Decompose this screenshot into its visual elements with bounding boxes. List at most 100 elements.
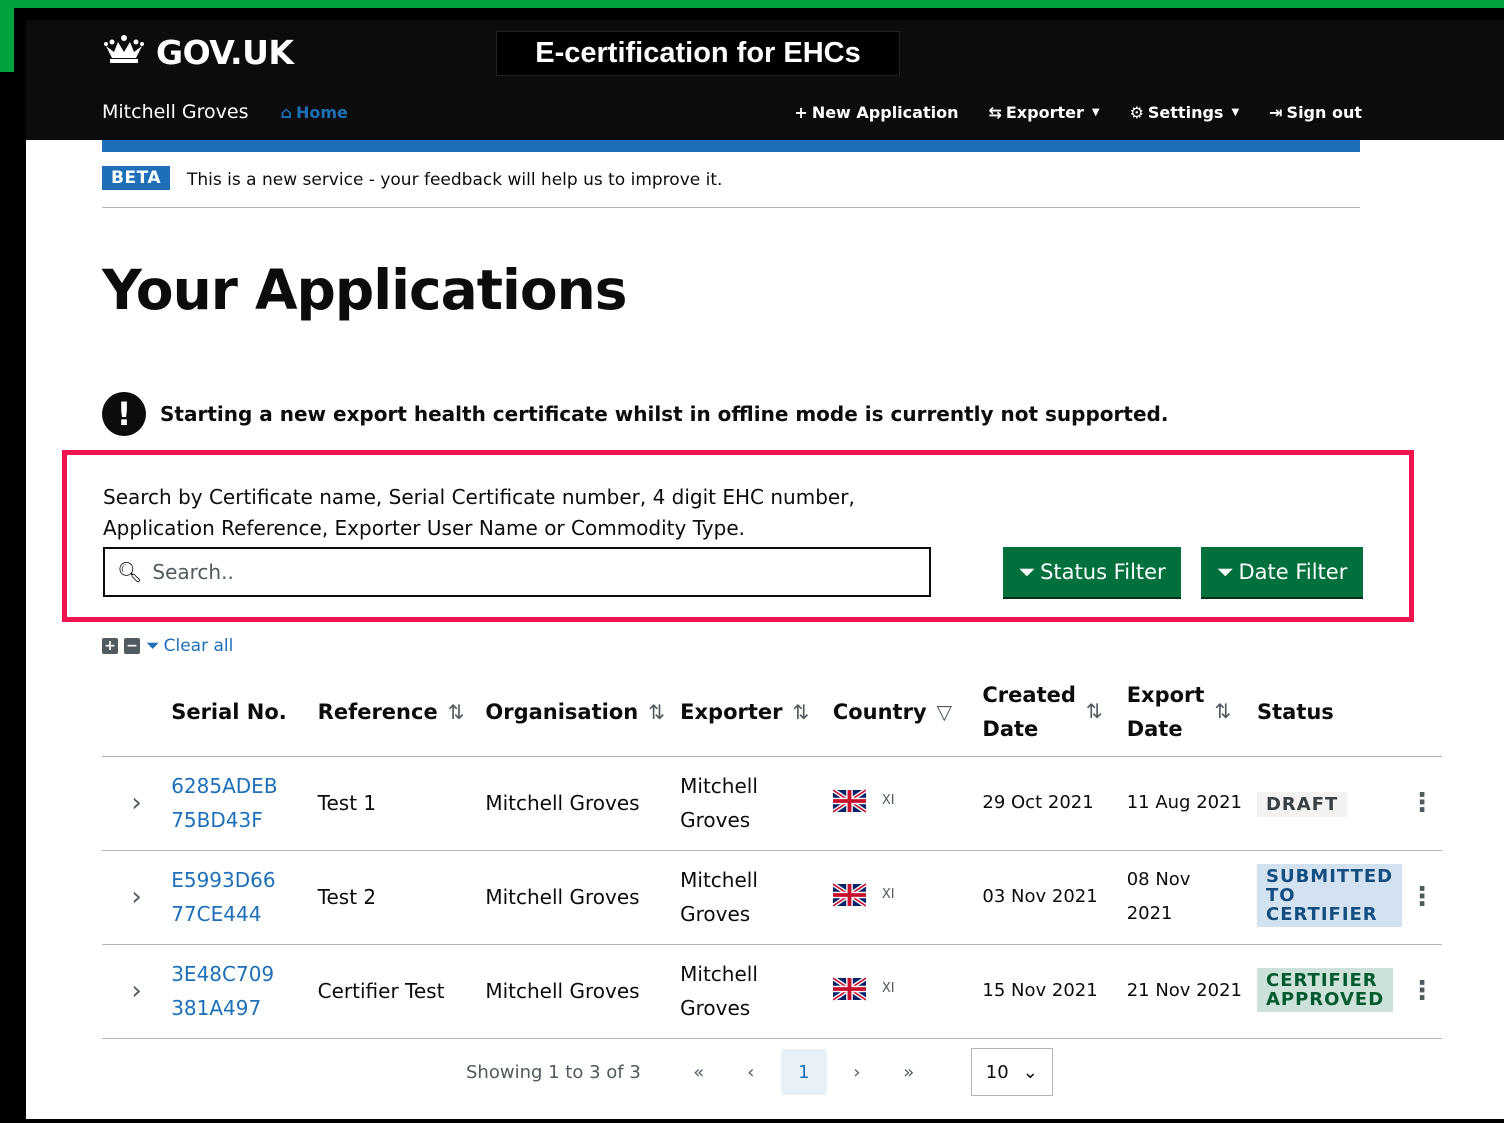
first-page-icon[interactable]: « <box>673 1062 725 1083</box>
table-row: › E5993D66 77CE444 Test 2 Mitchell Groves… <box>102 850 1442 945</box>
page-title: Your Applications <box>102 258 628 322</box>
expand-row-icon[interactable]: › <box>102 850 172 945</box>
service-title: E-certification for EHCs <box>496 31 900 76</box>
date-filter-label: Date Filter <box>1238 560 1348 584</box>
status-cell: CERTIFIER APPROVED <box>1256 944 1403 1039</box>
country-cell: XI <box>832 756 983 851</box>
last-page-icon[interactable]: » <box>883 1062 935 1083</box>
date-filter-button[interactable]: ⏷ Date Filter <box>1201 547 1363 597</box>
main-content: BETA This is a new service - your feedba… <box>26 140 1504 1119</box>
reference-header-label: Reference <box>317 699 438 724</box>
expand-row-icon[interactable]: › <box>102 944 172 1039</box>
export-date-cell: 11 Aug 2021 <box>1126 756 1257 851</box>
current-page-button[interactable]: 1 <box>780 1049 827 1095</box>
pagination-info: Showing 1 to 3 of 3 <box>466 1061 641 1083</box>
home-icon: ⌂ <box>280 102 292 122</box>
sign-out-link[interactable]: ⇥ Sign out <box>1269 103 1362 122</box>
expand-row-icon[interactable]: › <box>102 756 172 851</box>
table-row: › 6285ADEB 75BD43F Test 1 Mitchell Groves… <box>102 756 1442 851</box>
reference-cell: Certifier Test <box>317 944 486 1039</box>
govuk-logo[interactable]: GOV.UK <box>102 32 294 72</box>
sort-icon[interactable]: ⇅ <box>1214 699 1231 723</box>
export-date-cell: 21 Nov 2021 <box>1126 944 1257 1039</box>
organisation-header[interactable]: Organisation ⇅ <box>485 668 681 757</box>
actions-column-header <box>1402 668 1442 757</box>
warning-text-block: ! Starting a new export health certifica… <box>102 392 1168 436</box>
search-field[interactable]: 🔍︎ <box>103 547 931 597</box>
serial-cell: 3E48C709 381A497 <box>171 944 318 1039</box>
sort-icon[interactable]: ⇅ <box>448 700 465 724</box>
created-date-header[interactable]: Created Date ⇅ <box>982 668 1127 757</box>
table-row: › 3E48C709 381A497 Certifier Test Mitchel… <box>102 944 1442 1039</box>
filter-icon[interactable]: ▽ <box>937 700 952 724</box>
exporter-header[interactable]: Exporter ⇅ <box>680 668 833 757</box>
organisation-cell: Mitchell Groves <box>485 944 681 1039</box>
next-page-icon[interactable]: › <box>831 1062 883 1083</box>
status-badge: DRAFT <box>1256 792 1348 817</box>
status-badge: SUBMITTED TO CERTIFIER <box>1256 864 1403 927</box>
serial-cell: E5993D66 77CE444 <box>171 850 318 945</box>
status-filter-label: Status Filter <box>1040 560 1166 584</box>
status-filter-button[interactable]: ⏷ Status Filter <box>1003 547 1181 597</box>
clear-all-label: Clear all <box>163 636 234 656</box>
new-application-link[interactable]: + New Application <box>794 103 958 122</box>
header-underline <box>102 140 1360 152</box>
clear-all-link[interactable]: ⏷ Clear all <box>146 636 233 656</box>
serial-link[interactable]: 6285ADEB 75BD43F <box>171 774 277 832</box>
reference-cell: Test 1 <box>317 756 486 851</box>
caret-down-icon: ▼ <box>1091 106 1100 118</box>
organisation-header-label: Organisation <box>485 699 639 724</box>
chevron-down-icon: ⌄ <box>1022 1061 1038 1083</box>
serial-link[interactable]: E5993D66 77CE444 <box>171 868 275 926</box>
created-date-cell: 29 Oct 2021 <box>982 756 1127 851</box>
organisation-cell: Mitchell Groves <box>485 850 681 945</box>
reference-header[interactable]: Reference ⇅ <box>317 668 486 757</box>
phase-banner: BETA This is a new service - your feedba… <box>102 166 1360 208</box>
page-size-select[interactable]: 10 ⌄ <box>970 1048 1053 1096</box>
search-input[interactable] <box>152 560 913 584</box>
status-badge: CERTIFIER APPROVED <box>1256 967 1394 1012</box>
country-code: XI <box>881 792 895 808</box>
settings-label: Settings <box>1147 102 1224 122</box>
exporter-menu[interactable]: ⇆ Exporter ▼ <box>988 103 1099 122</box>
pagination: Showing 1 to 3 of 3 « ‹ 1 › » 10 ⌄ <box>466 1048 1053 1096</box>
row-actions-icon[interactable]: ⋮ <box>1402 850 1442 945</box>
home-link[interactable]: ⌂ Home <box>280 103 347 122</box>
filter-icon: ⏷ <box>1018 559 1036 584</box>
exporter-line2: Groves <box>680 902 751 926</box>
collapse-all-icon[interactable]: − <box>124 638 140 654</box>
country-code: XI <box>881 886 895 902</box>
logo-text: GOV.UK <box>156 32 294 72</box>
beta-tag: BETA <box>102 166 171 190</box>
applications-table: Serial No. Reference ⇅ Organisation ⇅ Expo… <box>102 668 1442 1039</box>
serial-cell: 6285ADEB 75BD43F <box>171 756 318 851</box>
status-line1: CERTIFIER <box>1265 969 1378 991</box>
swap-icon: ⇆ <box>988 102 1002 122</box>
sort-icon[interactable]: ⇅ <box>1086 699 1103 723</box>
prev-page-icon[interactable]: ‹ <box>725 1062 777 1083</box>
expand-column-header <box>102 668 172 757</box>
uk-flag-icon <box>832 976 866 1001</box>
site-header: GOV.UK E-certification for EHCs Mitchell… <box>26 20 1504 140</box>
serial-link[interactable]: 3E48C709 381A497 <box>171 962 274 1020</box>
settings-menu[interactable]: ⚙ Settings ▼ <box>1130 103 1240 122</box>
exporter-cell: Mitchell Groves <box>680 850 833 945</box>
status-line2: TO <box>1265 885 1296 906</box>
exporter-header-label: Exporter <box>680 699 783 724</box>
country-cell: XI <box>832 850 983 945</box>
country-header[interactable]: Country ▽ <box>832 668 983 757</box>
sort-icon[interactable]: ⇅ <box>793 700 810 724</box>
row-actions-icon[interactable]: ⋮ <box>1402 756 1442 851</box>
country-code: XI <box>881 980 895 996</box>
sort-icon[interactable]: ⇅ <box>648 700 665 724</box>
expand-all-icon[interactable]: + <box>102 638 118 654</box>
exporter-line1: Mitchell <box>680 962 758 986</box>
export-date-header[interactable]: Export Date ⇅ <box>1126 668 1257 757</box>
serial-header: Serial No. <box>171 668 318 757</box>
sign-out-label: Sign out <box>1286 102 1362 122</box>
serial-part-2: 77CE444 <box>171 902 262 926</box>
created-header-line1: Created <box>982 682 1076 707</box>
home-label: Home <box>295 102 348 122</box>
row-actions-icon[interactable]: ⋮ <box>1402 944 1442 1039</box>
export-date-cell: 08 Nov 2021 <box>1126 850 1257 945</box>
